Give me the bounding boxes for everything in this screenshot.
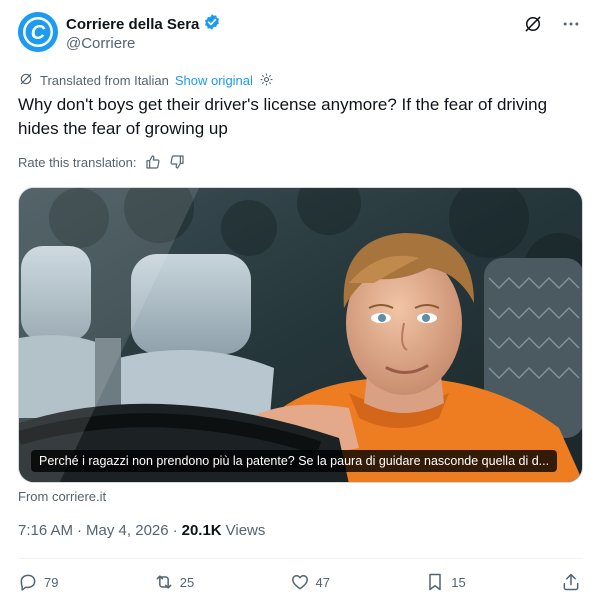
- corriere-logo-icon: C: [18, 12, 58, 52]
- translation-settings-icon[interactable]: [259, 72, 274, 90]
- share-icon: [561, 572, 581, 592]
- author-handle[interactable]: @Corriere: [66, 35, 135, 52]
- bookmark-button[interactable]: 15: [425, 572, 466, 592]
- media-caption: Perché i ragazzi non prendono più la pat…: [31, 450, 558, 472]
- media-image[interactable]: Perché i ragazzi non prendono più la pat…: [18, 187, 583, 483]
- header-actions: [523, 14, 581, 34]
- reply-count: 79: [44, 574, 59, 590]
- like-count: 47: [315, 574, 330, 590]
- action-bar: 79 25 47 15: [18, 570, 581, 594]
- translate-icon: [18, 71, 34, 90]
- meta-separator: ·: [77, 522, 83, 539]
- translation-notice: Translated from Italian Show original: [18, 71, 274, 90]
- verified-badge-icon: [203, 13, 221, 36]
- repost-button[interactable]: 25: [154, 572, 194, 592]
- link-source[interactable]: From corriere.it: [18, 489, 106, 504]
- reply-button[interactable]: 79: [18, 572, 58, 592]
- share-button[interactable]: [561, 572, 581, 592]
- views-label: Views: [225, 522, 266, 539]
- views-count: 20.1K: [181, 522, 222, 539]
- repost-icon: [154, 572, 174, 592]
- views-separator: ·: [172, 522, 178, 539]
- like-button[interactable]: 47: [290, 572, 330, 592]
- rate-translation-row: Rate this translation:: [18, 154, 185, 170]
- tweet-date[interactable]: May 4, 2026: [86, 522, 169, 539]
- more-icon[interactable]: [561, 14, 581, 34]
- author-display-name[interactable]: Corriere della Sera: [66, 16, 199, 33]
- tweet-text: Why don't boys get their driver's licens…: [18, 95, 548, 138]
- reply-icon: [18, 572, 38, 592]
- translated-label: Translated from Italian: [40, 73, 169, 88]
- avatar[interactable]: C: [18, 12, 58, 52]
- divider: [18, 558, 583, 559]
- boy-in-car-photo: [19, 188, 582, 482]
- grok-icon[interactable]: [523, 14, 543, 34]
- show-original-link[interactable]: Show original: [175, 73, 253, 88]
- thumbs-up-icon[interactable]: [145, 154, 161, 170]
- heart-icon: [290, 572, 310, 592]
- repost-count: 25: [179, 574, 195, 590]
- bookmark-count: 15: [451, 574, 466, 590]
- svg-text:C: C: [31, 22, 46, 44]
- rate-translation-label: Rate this translation:: [18, 154, 137, 170]
- bookmark-icon: [425, 572, 445, 592]
- tweet-meta: 7:16 AM · May 4, 2026 · 20.1K Views: [18, 522, 265, 539]
- author-name-row[interactable]: Corriere della Sera: [66, 13, 221, 36]
- tweet-time[interactable]: 7:16 AM: [18, 522, 73, 539]
- thumbs-down-icon[interactable]: [169, 154, 185, 170]
